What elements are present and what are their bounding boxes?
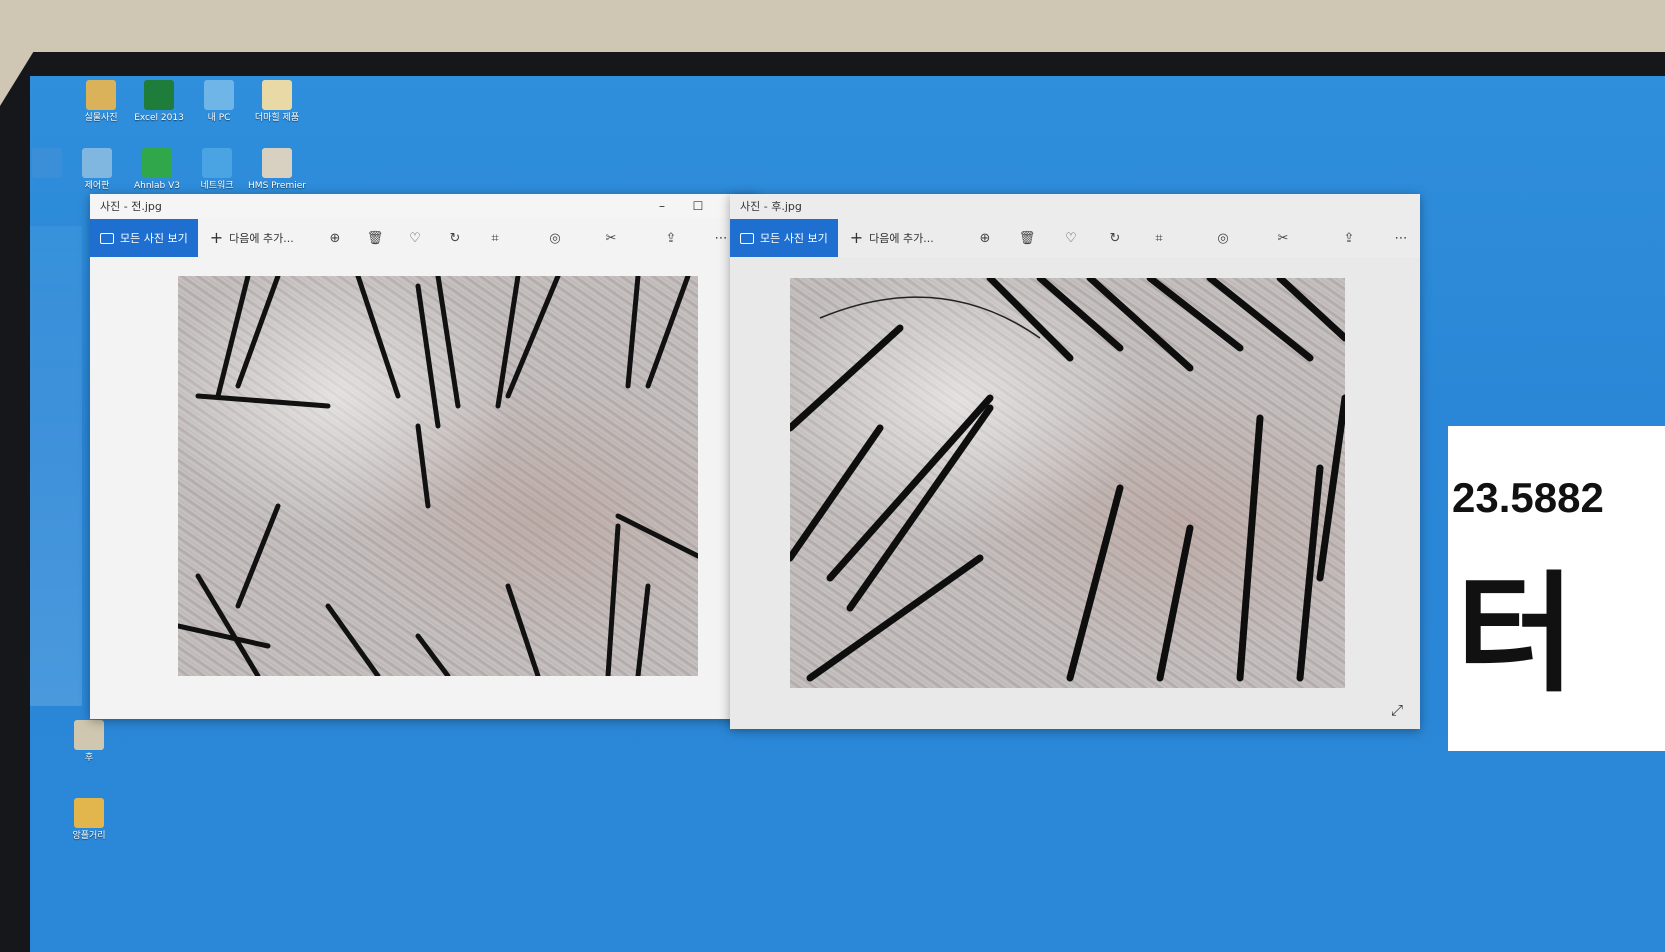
network-icon — [202, 148, 232, 178]
photos-window-after[interactable]: 사진 - 후.jpg 모든 사진 보기 + 다음에 추가... ⊕ 🗑 ♡ ↻ … — [730, 194, 1420, 729]
photos-window-before[interactable]: 사진 - 전.jpg – ☐ ✕ 모든 사진 보기 + 다음에 추가... ⊕ … — [90, 194, 758, 719]
desktop-icon-label: Excel 2013 — [134, 113, 184, 123]
window-titlebar[interactable]: 사진 - 전.jpg – ☐ ✕ — [90, 194, 758, 218]
enhance-icon[interactable]: ◎ — [546, 230, 564, 248]
photos-icon — [740, 232, 754, 244]
desktop-icon-label: Ahnlab V3 — [133, 181, 181, 191]
desktop-icon-v3[interactable]: Ahnlab V3 — [126, 148, 188, 192]
desktop-icon-label: 제어판 — [84, 181, 110, 191]
all-photos-button[interactable]: 모든 사진 보기 — [730, 219, 838, 257]
all-photos-label: 모든 사진 보기 — [120, 232, 188, 245]
side-card-char: 터 — [1456, 558, 1576, 710]
enhance-icon[interactable]: ◎ — [1214, 230, 1232, 248]
all-photos-button[interactable]: 모든 사진 보기 — [90, 219, 198, 257]
computer-icon — [204, 80, 234, 110]
edge-icon — [32, 148, 62, 178]
desktop-icon-products[interactable]: 더마힐 제품 — [246, 80, 308, 124]
desktop-icon-hms[interactable]: HMS Premier — [246, 148, 308, 192]
side-display-card: 23.5882 터 — [1448, 426, 1665, 751]
desktop-icon-label: 더마힐 제품 — [254, 113, 300, 123]
desktop-icon-excel[interactable]: Excel 2013 — [128, 80, 190, 124]
add-to-label: 다음에 추가... — [229, 232, 294, 245]
rotate-icon[interactable]: ↻ — [1106, 230, 1124, 248]
desktop-icon-after[interactable]: 후 — [58, 720, 120, 764]
control-panel-icon — [82, 148, 112, 178]
plus-icon: + — [209, 228, 224, 247]
photo-before-image — [178, 276, 698, 676]
desktop-icon-label: 내 PC — [207, 113, 231, 123]
add-to-button[interactable]: + 다음에 추가... — [210, 230, 294, 246]
add-to-label: 다음에 추가... — [869, 232, 934, 245]
crop-icon[interactable]: ⌗ — [486, 230, 504, 248]
edit-icon[interactable]: ✂ — [602, 230, 620, 248]
file-icon — [74, 720, 104, 750]
all-photos-label: 모든 사진 보기 — [760, 232, 828, 245]
desktop-icon-label: HMS Premier — [248, 181, 306, 191]
plus-icon: + — [849, 228, 864, 247]
more-icon[interactable]: ⋯ — [712, 230, 730, 248]
zoom-icon[interactable]: ⊕ — [976, 230, 994, 248]
photos-icon — [100, 232, 114, 244]
favorite-icon[interactable]: ♡ — [406, 230, 424, 248]
desktop-icon-label: 실물사진 — [84, 113, 118, 123]
desktop-icon-folder-2[interactable]: 앙플거리 — [58, 798, 120, 842]
desktop-icon-label: 네트워크 — [200, 181, 234, 191]
edit-icon[interactable]: ✂ — [1274, 230, 1292, 248]
crop-icon[interactable]: ⌗ — [1150, 230, 1168, 248]
side-card-number: 23.5882 — [1452, 474, 1604, 521]
window-title: 사진 - 전.jpg — [100, 200, 162, 213]
document-icon — [262, 80, 292, 110]
app-icon — [262, 148, 292, 178]
desktop-icon-label: 앙플거리 — [72, 831, 106, 841]
folder-icon — [86, 80, 116, 110]
share-icon[interactable]: ⇪ — [662, 230, 680, 248]
desktop-icon-control-panel[interactable]: 제어판 — [66, 148, 128, 192]
desktop-icon-label: 후 — [84, 753, 94, 763]
delete-icon[interactable]: 🗑 — [366, 230, 384, 248]
desktop-screen: 실물사진 Excel 2013 내 PC 더마힐 제품 제어판 Ahnlab V… — [30, 76, 1665, 952]
more-icon[interactable]: ⋯ — [1392, 230, 1410, 248]
desktop-icon-my-pc[interactable]: 내 PC — [188, 80, 250, 124]
delete-icon[interactable]: 🗑 — [1018, 230, 1036, 248]
excel-icon — [144, 80, 174, 110]
partial-icon-strip — [30, 226, 82, 706]
desktop-icon-network[interactable]: 네트워크 — [186, 148, 248, 192]
window-title: 사진 - 후.jpg — [740, 200, 802, 213]
zoom-icon[interactable]: ⊕ — [326, 230, 344, 248]
minimize-button[interactable]: – — [644, 194, 680, 218]
photos-toolbar: 모든 사진 보기 + 다음에 추가... ⊕ 🗑 ♡ ↻ ⌗ ◎ ✂ ⇪ ⋯ — [730, 218, 1420, 258]
desktop-icon-photos-folder[interactable]: 실물사진 — [70, 80, 132, 124]
maximize-button[interactable]: ☐ — [680, 194, 716, 218]
hair-strands — [178, 276, 698, 676]
share-icon[interactable]: ⇪ — [1340, 230, 1358, 248]
rotate-icon[interactable]: ↻ — [446, 230, 464, 248]
antivirus-icon — [142, 148, 172, 178]
photos-toolbar: 모든 사진 보기 + 다음에 추가... ⊕ 🗑 ♡ ↻ ⌗ ◎ ✂ ⇪ ⋯ — [90, 218, 758, 258]
favorite-icon[interactable]: ♡ — [1062, 230, 1080, 248]
fullscreen-icon[interactable]: ⤢ — [1388, 701, 1406, 719]
folder-icon — [74, 798, 104, 828]
window-titlebar[interactable]: 사진 - 후.jpg — [730, 194, 1420, 218]
add-to-button[interactable]: + 다음에 추가... — [850, 230, 934, 246]
hair-strands — [790, 278, 1345, 682]
photo-after-image — [790, 278, 1345, 688]
